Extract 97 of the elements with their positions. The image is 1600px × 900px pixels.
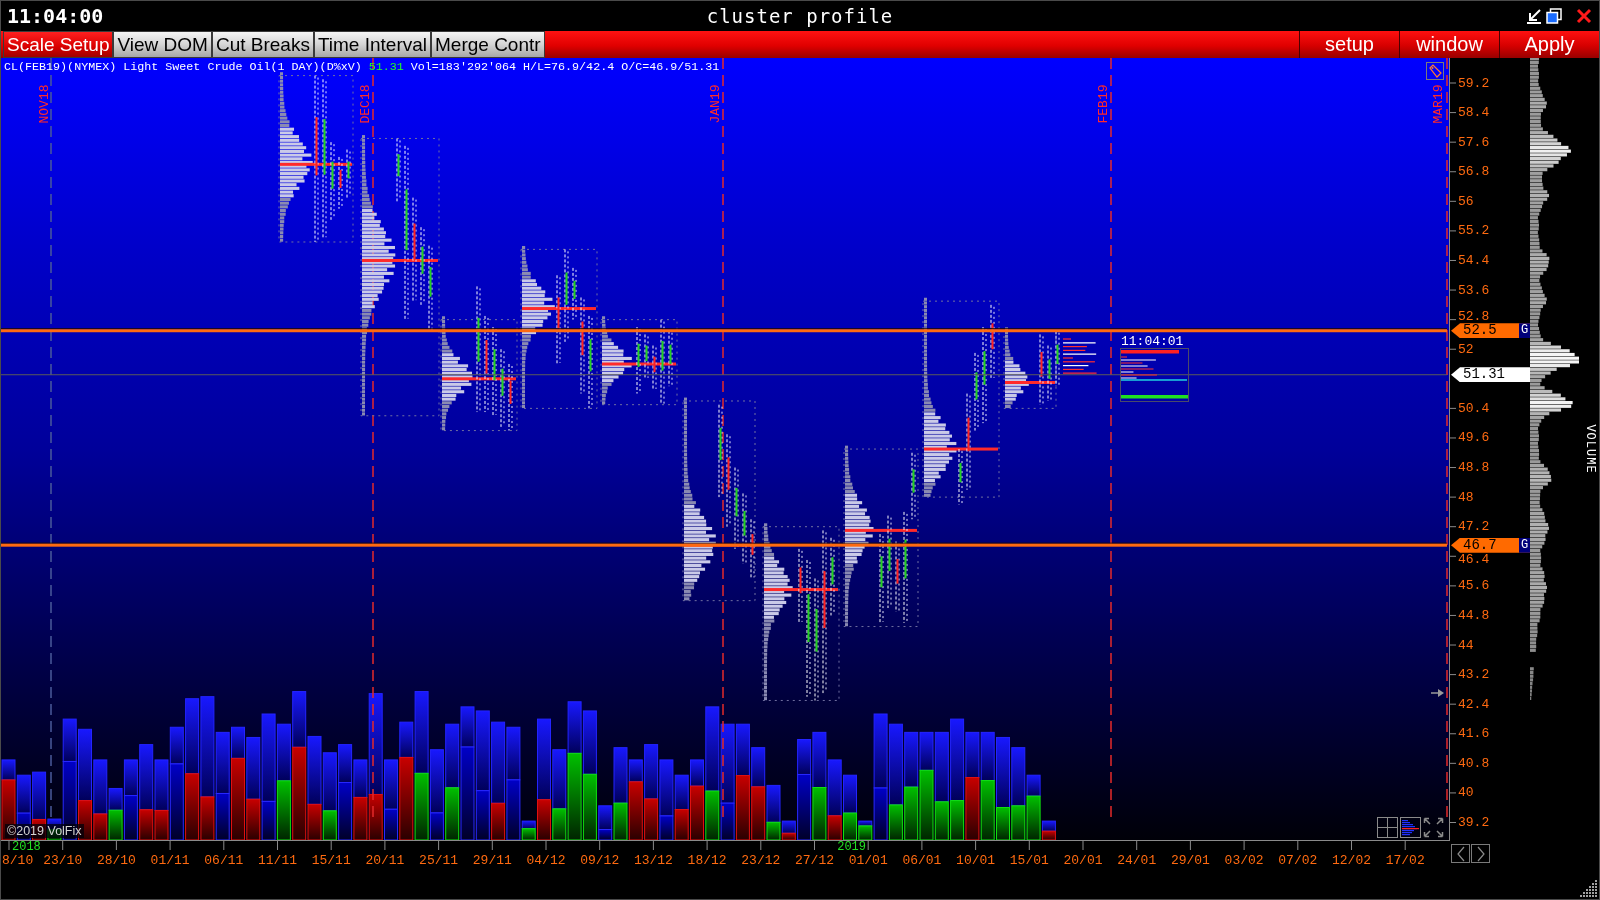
scroll-right-button[interactable] [1471, 844, 1490, 863]
price-label: 57.6 [1458, 135, 1490, 149]
countdown-timer: 11:04:01 [1121, 335, 1184, 348]
price-label: 58.4 [1458, 106, 1490, 120]
resize-grip-icon[interactable] [1580, 880, 1597, 897]
price-label: 50.4 [1458, 401, 1490, 415]
flag-badge: G [1519, 537, 1530, 553]
chevron-right-icon[interactable] [1475, 845, 1486, 862]
price-label: 56.8 [1458, 165, 1490, 179]
tag-icon[interactable] [1426, 62, 1444, 80]
flag-badge: G [1519, 323, 1530, 339]
price-value: 52.5 [1463, 323, 1497, 339]
grid-icon[interactable] [1377, 817, 1398, 838]
contract-label: FEB19 [1096, 84, 1110, 124]
toolbar-button[interactable]: Time Interval [313, 31, 431, 58]
price-label: 53.6 [1458, 283, 1490, 297]
instrument-label: CL(FEB19)(NYMEX) Light Sweet Crude Oil(1 DAY)(D%xV) [4, 60, 362, 74]
open-close-value: O/C=46.9/51.31 [621, 60, 720, 74]
arrow-right-icon[interactable] [1431, 689, 1444, 697]
price-label: 45.6 [1458, 579, 1490, 593]
profile-cluster [1062, 338, 1098, 374]
date-label: 20/01 [1063, 854, 1103, 868]
contract-label: DEC18 [358, 84, 372, 124]
date-label: 29/11 [472, 854, 512, 868]
date-label: 23/12 [741, 854, 781, 868]
date-label: 25/11 [419, 854, 459, 868]
toolbar-button[interactable]: Cut Breaks [211, 31, 314, 58]
histogram-icon[interactable] [1400, 817, 1421, 838]
toolbar-button[interactable]: Merge Contr [431, 31, 545, 58]
scroll-left-button[interactable] [1451, 844, 1470, 863]
restore-icon[interactable] [1546, 8, 1562, 24]
date-label: 06/01 [902, 854, 942, 868]
price-label: 43.2 [1458, 668, 1490, 682]
toolbar-button[interactable]: setup [1299, 31, 1399, 58]
price-label: 56 [1458, 194, 1474, 208]
price-label: 42.4 [1458, 697, 1490, 711]
minimize-icon[interactable] [1526, 8, 1542, 24]
price-label: 52 [1458, 342, 1474, 356]
date-label: 04/12 [526, 854, 566, 868]
price-label: 40.8 [1458, 756, 1490, 770]
date-label: 15/01 [1009, 854, 1049, 868]
date-label: 17/02 [1385, 854, 1425, 868]
price-label: 54.4 [1458, 253, 1490, 267]
price-label: 39.2 [1458, 816, 1490, 829]
toolbar-button[interactable]: Scale Setup [3, 31, 114, 58]
expand-icon[interactable] [1423, 817, 1444, 838]
price-label: 41.6 [1458, 727, 1490, 741]
date-label: 07/02 [1278, 854, 1318, 868]
price-label: 40 [1458, 786, 1474, 800]
year-label: 2018 [12, 841, 41, 853]
price-label: 49.6 [1458, 431, 1490, 445]
price-label: 48.8 [1458, 461, 1490, 475]
mini-profile-chart [1120, 348, 1189, 402]
toolbar-button[interactable]: window [1399, 31, 1499, 58]
date-label: 13/12 [633, 854, 673, 868]
date-label: 27/12 [795, 854, 834, 868]
axis-title: VOLUME [1583, 424, 1596, 474]
last-price-value: 51.31 [368, 60, 404, 74]
price-value: 51.31 [1463, 367, 1505, 383]
date-label: 28/10 [96, 854, 136, 868]
price-label: 55.2 [1458, 224, 1490, 238]
toolbar-button[interactable]: Apply [1499, 31, 1599, 58]
close-icon[interactable] [1576, 8, 1592, 24]
date-label: 12/02 [1332, 854, 1371, 868]
price-label: 52.8 [1458, 309, 1490, 323]
contract-label: JAN19 [708, 84, 722, 124]
copyright-text: ©2019 VolFix [5, 824, 84, 838]
date-label: 8/10 [2, 854, 34, 868]
clock-time: 11:04:00 [7, 4, 104, 28]
date-label: 15/11 [311, 854, 351, 868]
contract-label: MAR19 [1431, 84, 1445, 124]
date-label: 06/11 [204, 854, 244, 868]
date-label: 23/10 [43, 854, 83, 868]
volume-value: Vol=183'292'064 [410, 60, 516, 74]
price-label: 47.2 [1458, 520, 1490, 534]
toolbar-button[interactable]: View DOM [113, 31, 212, 58]
date-label: 18/12 [687, 854, 727, 868]
date-label: 11/11 [258, 854, 297, 868]
high-low-value: H/L=76.9/42.4 [523, 60, 615, 74]
window-title: cluster profile [706, 4, 894, 28]
price-label: 44 [1458, 638, 1474, 652]
price-label: 59.2 [1458, 76, 1490, 90]
date-label: 03/02 [1224, 854, 1264, 868]
price-value: 46.7 [1463, 537, 1497, 553]
price-label: 44.8 [1458, 608, 1490, 622]
date-label: 09/12 [580, 854, 620, 868]
date-label: 20/11 [365, 854, 405, 868]
date-label: 01/01 [848, 854, 888, 868]
chevron-left-icon[interactable] [1455, 845, 1466, 862]
date-label: 10/01 [956, 854, 996, 868]
price-label: 46.4 [1458, 553, 1490, 567]
date-label: 29/01 [1170, 854, 1210, 868]
date-label: 24/01 [1117, 854, 1157, 868]
price-label: 48 [1458, 490, 1474, 504]
year-label: 2019 [837, 841, 866, 853]
date-label: 01/11 [150, 854, 190, 868]
contract-label: NOV18 [37, 84, 51, 124]
